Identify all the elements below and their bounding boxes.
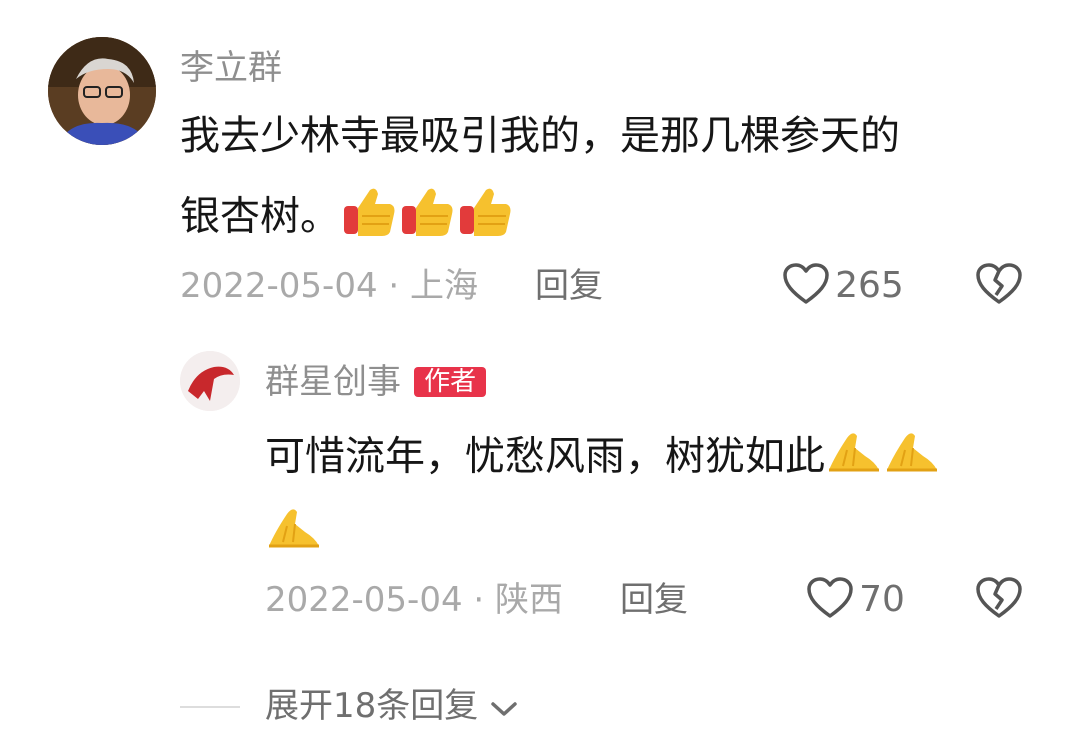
comment-date: 2022-05-04 — [180, 266, 378, 306]
reply-avatar[interactable] — [180, 351, 240, 411]
expand-replies-label: 展开18条回复 — [265, 686, 479, 726]
dislike-button[interactable] — [975, 262, 1023, 310]
avatar[interactable] — [48, 37, 156, 145]
expand-divider — [180, 706, 240, 708]
like-count: 265 — [835, 265, 904, 306]
reply-header: 群星创事 作者 — [265, 362, 487, 402]
thumbs-up-emoji — [340, 182, 398, 255]
comment-text-line2: 银杏树。 — [180, 193, 340, 240]
comment-username[interactable]: 李立群 — [180, 48, 282, 88]
author-badge: 作者 — [414, 367, 487, 397]
broken-heart-icon — [975, 577, 1023, 624]
comment-text-line2-wrap: 银杏树。 — [180, 182, 514, 255]
reply-text-line1-wrap: 可惜流年，忧愁风雨，树犹如此 — [265, 426, 941, 491]
reply-avatar-logo — [180, 351, 240, 411]
meta-separator: · — [473, 580, 485, 620]
thumbs-up-emoji — [398, 182, 456, 255]
reply-text-line1: 可惜流年，忧愁风雨，树犹如此 — [265, 433, 825, 480]
reply-dislike-button[interactable] — [975, 576, 1023, 624]
reply-reply-button[interactable]: 回复 — [620, 580, 688, 620]
meta-separator: · — [388, 266, 400, 306]
expand-replies-button[interactable]: 展开18条回复 — [265, 686, 519, 728]
praying-hands-emoji — [825, 426, 883, 491]
avatar-photo — [48, 37, 156, 145]
reply-like-count: 70 — [859, 579, 905, 620]
like-button[interactable]: 265 — [782, 262, 904, 310]
chevron-down-icon — [489, 688, 519, 728]
reply-button[interactable]: 回复 — [535, 266, 603, 306]
broken-heart-icon — [975, 263, 1023, 310]
thumbs-up-emoji — [456, 182, 514, 255]
reply-username[interactable]: 群星创事 — [265, 362, 401, 402]
comment-location: 上海 — [410, 266, 479, 306]
reply-like-button[interactable]: 70 — [806, 576, 905, 624]
praying-hands-emoji — [883, 426, 941, 491]
reply-location: 陕西 — [495, 580, 564, 620]
heart-icon — [806, 576, 854, 624]
praying-hands-emoji — [265, 502, 323, 556]
reply-date: 2022-05-04 — [265, 580, 463, 620]
heart-icon — [782, 262, 830, 310]
reply-meta: 2022-05-04 · 陕西 — [265, 580, 563, 620]
comment-text-line1: 我去少林寺最吸引我的，是那几棵参天的 — [180, 113, 900, 159]
comment-meta: 2022-05-04 · 上海 — [180, 266, 478, 306]
